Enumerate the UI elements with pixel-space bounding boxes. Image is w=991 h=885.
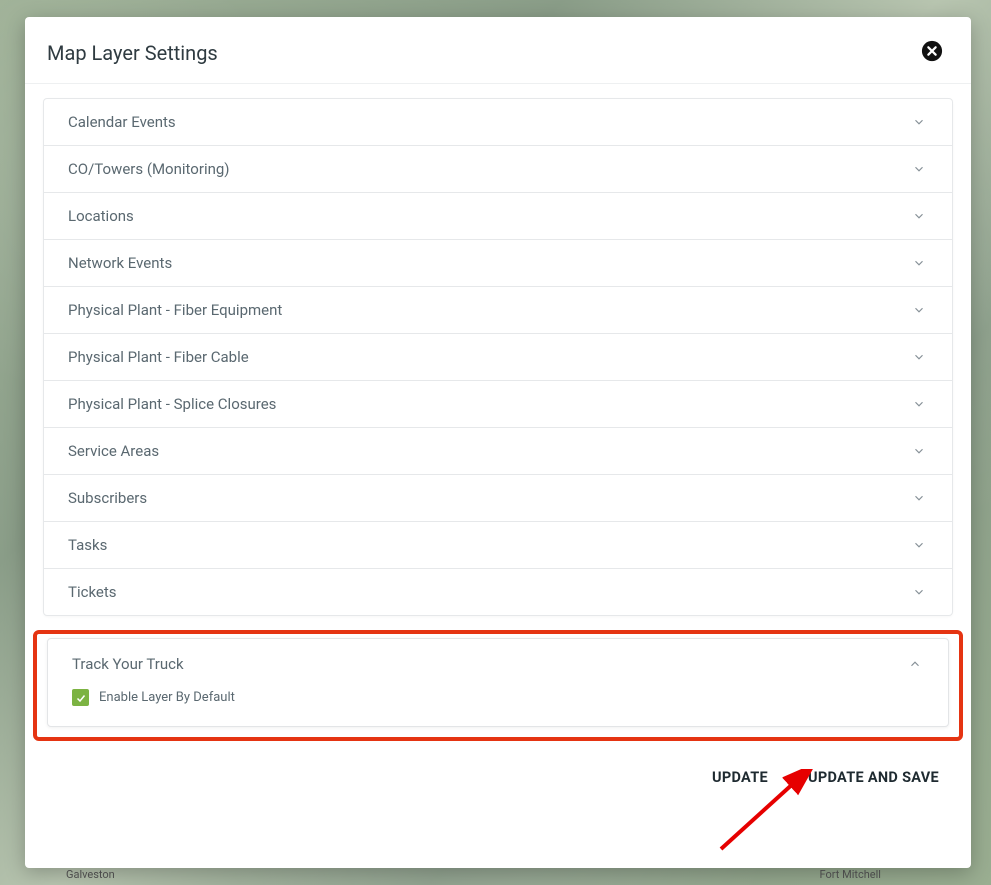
panel-header[interactable]: Calendar Events xyxy=(44,99,952,145)
layer-panel: Physical Plant - Fiber Equipment xyxy=(44,286,952,333)
chevron-down-icon xyxy=(912,115,926,129)
panel-header[interactable]: Physical Plant - Splice Closures xyxy=(44,381,952,427)
enable-layer-checkbox-label: Enable Layer By Default xyxy=(99,690,235,705)
panel-header[interactable]: Tickets xyxy=(44,569,952,615)
layer-panel: Service Areas xyxy=(44,427,952,474)
panel-label: Physical Plant - Fiber Equipment xyxy=(68,301,282,319)
chevron-down-icon xyxy=(912,397,926,411)
layer-panel: Network Events xyxy=(44,239,952,286)
chevron-down-icon xyxy=(912,162,926,176)
layer-panel: Physical Plant - Fiber Cable xyxy=(44,333,952,380)
panel-header[interactable]: CO/Towers (Monitoring) xyxy=(44,146,952,192)
panel-label: Track Your Truck xyxy=(72,655,184,673)
panel-label: Subscribers xyxy=(68,489,147,507)
panel-label: Service Areas xyxy=(68,442,159,460)
layer-panel: Tickets xyxy=(44,568,952,615)
panel-header-track-your-truck[interactable]: Track Your Truck xyxy=(48,639,948,679)
dialog-header: Map Layer Settings xyxy=(25,17,971,84)
close-button[interactable] xyxy=(921,42,943,64)
panel-header[interactable]: Physical Plant - Fiber Equipment xyxy=(44,287,952,333)
dialog-footer: UPDATE UPDATE AND SAVE xyxy=(25,741,971,786)
panel-label: Tasks xyxy=(68,536,107,554)
panel-header[interactable]: Physical Plant - Fiber Cable xyxy=(44,334,952,380)
chevron-down-icon xyxy=(912,538,926,552)
layer-panel: CO/Towers (Monitoring) xyxy=(44,145,952,192)
enable-layer-checkbox[interactable] xyxy=(72,689,89,706)
panel-label: Locations xyxy=(68,207,134,225)
panel-label: Physical Plant - Fiber Cable xyxy=(68,348,249,366)
layer-panel-track-your-truck: Track Your Truck Enable Layer By Default xyxy=(47,638,949,727)
map-label-galveston: Galveston xyxy=(66,868,115,881)
close-icon xyxy=(921,40,943,66)
update-and-save-button[interactable]: UPDATE AND SAVE xyxy=(808,769,939,786)
chevron-down-icon xyxy=(912,303,926,317)
layer-panels: Calendar Events CO/Towers (Monitoring) L… xyxy=(25,84,971,616)
chevron-down-icon xyxy=(912,256,926,270)
panel-header[interactable]: Locations xyxy=(44,193,952,239)
enable-layer-checkbox-row[interactable]: Enable Layer By Default xyxy=(72,689,924,706)
panel-body: Enable Layer By Default xyxy=(48,679,948,726)
map-layer-settings-dialog: Map Layer Settings Calendar Events CO/To… xyxy=(25,17,971,868)
panel-header[interactable]: Network Events xyxy=(44,240,952,286)
chevron-down-icon xyxy=(912,491,926,505)
chevron-up-icon xyxy=(908,657,922,671)
layer-panel: Tasks xyxy=(44,521,952,568)
layer-panel: Subscribers xyxy=(44,474,952,521)
panel-header[interactable]: Tasks xyxy=(44,522,952,568)
panel-label: CO/Towers (Monitoring) xyxy=(68,160,230,178)
update-button[interactable]: UPDATE xyxy=(712,769,768,786)
layer-panel: Physical Plant - Splice Closures xyxy=(44,380,952,427)
panel-label: Physical Plant - Splice Closures xyxy=(68,395,276,413)
chevron-down-icon xyxy=(912,444,926,458)
panel-header[interactable]: Service Areas xyxy=(44,428,952,474)
dialog-title: Map Layer Settings xyxy=(47,41,218,65)
map-label-fort-mitchell: Fort Mitchell xyxy=(820,868,881,881)
highlight-annotation: Track Your Truck Enable Layer By Default xyxy=(33,630,963,741)
panel-header[interactable]: Subscribers xyxy=(44,475,952,521)
chevron-down-icon xyxy=(912,585,926,599)
chevron-down-icon xyxy=(912,209,926,223)
layer-panel: Locations xyxy=(44,192,952,239)
chevron-down-icon xyxy=(912,350,926,364)
panel-label: Network Events xyxy=(68,254,172,272)
layer-panel: Calendar Events xyxy=(44,99,952,145)
panel-label: Calendar Events xyxy=(68,113,176,131)
panel-label: Tickets xyxy=(68,583,117,601)
